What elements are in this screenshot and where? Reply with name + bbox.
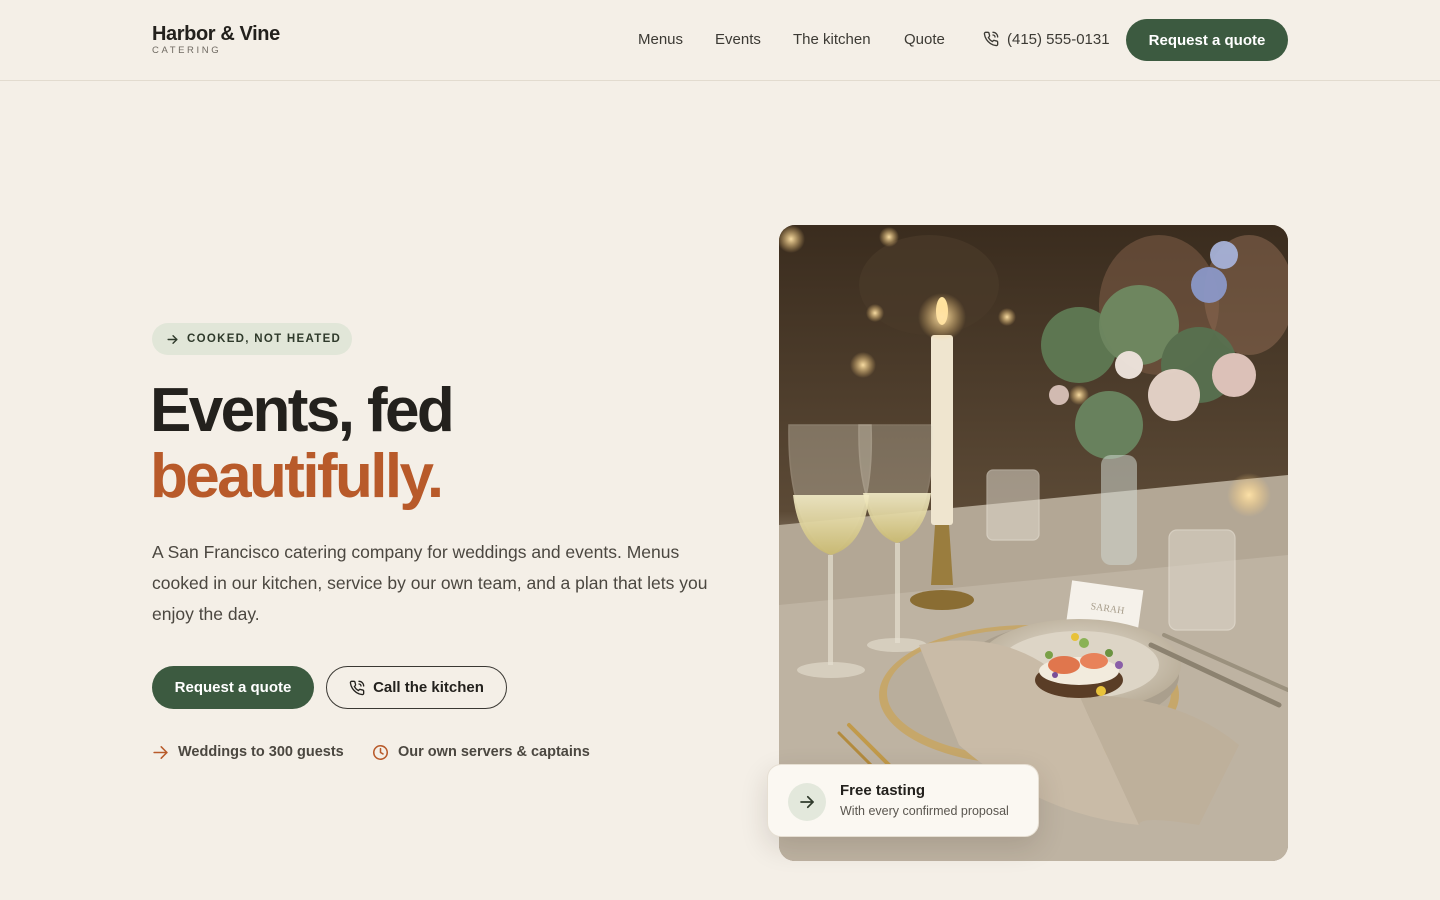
arrow-right-icon	[167, 334, 178, 344]
arrow-right-icon	[153, 745, 168, 759]
feature-own-staff-label: Our own servers & captains	[398, 744, 590, 760]
nav-link-events[interactable]: Events	[715, 30, 761, 50]
nav-link-the-kitchen[interactable]: The kitchen	[793, 30, 871, 50]
tasting-icon-badge	[788, 783, 826, 821]
header-phone-link[interactable]: (415) 555-0131	[983, 29, 1110, 49]
site-header: Harbor & Vine CATERING Menus Events The …	[0, 0, 1440, 81]
hero-description: A San Francisco catering company for wed…	[152, 542, 708, 624]
hero-badge-label: COOKED, NOT HEATED	[187, 333, 342, 345]
arrow-right-icon	[800, 795, 814, 809]
clock-icon	[372, 744, 389, 760]
nav-link-quote[interactable]: Quote	[904, 30, 945, 50]
call-kitchen-label: Call the kitchen	[373, 679, 484, 696]
hero-request-quote-button[interactable]: Request a quote	[152, 666, 314, 709]
header-request-quote-button[interactable]: Request a quote	[1126, 19, 1288, 61]
hero-headline: Events, fed beautifully.	[150, 378, 710, 510]
call-kitchen-button[interactable]: Call the kitchen	[326, 666, 507, 709]
hero-badge: COOKED, NOT HEATED	[152, 323, 352, 355]
free-tasting-card: Free tasting With every confirmed propos…	[767, 764, 1039, 837]
feature-own-staff: Our own servers & captains	[372, 742, 590, 762]
feature-guest-capacity: Weddings to 300 guests	[152, 742, 344, 762]
brand-subtitle: CATERING	[152, 45, 222, 56]
brand-name: Harbor & Vine	[152, 23, 280, 45]
header-phone-number: (415) 555-0131	[1007, 30, 1110, 48]
phone-icon	[983, 31, 999, 47]
hero-headline-line1: Events, fed	[150, 376, 455, 445]
phone-icon	[349, 680, 365, 695]
tasting-card-title: Free tasting	[840, 782, 926, 799]
tasting-card-subtitle: With every confirmed proposal	[840, 804, 1009, 818]
brand-logo[interactable]: Harbor & Vine CATERING	[152, 22, 280, 56]
hero-headline-line2: beautifully.	[150, 442, 444, 511]
nav-link-menus[interactable]: Menus	[638, 30, 683, 50]
feature-guest-capacity-label: Weddings to 300 guests	[178, 744, 344, 760]
